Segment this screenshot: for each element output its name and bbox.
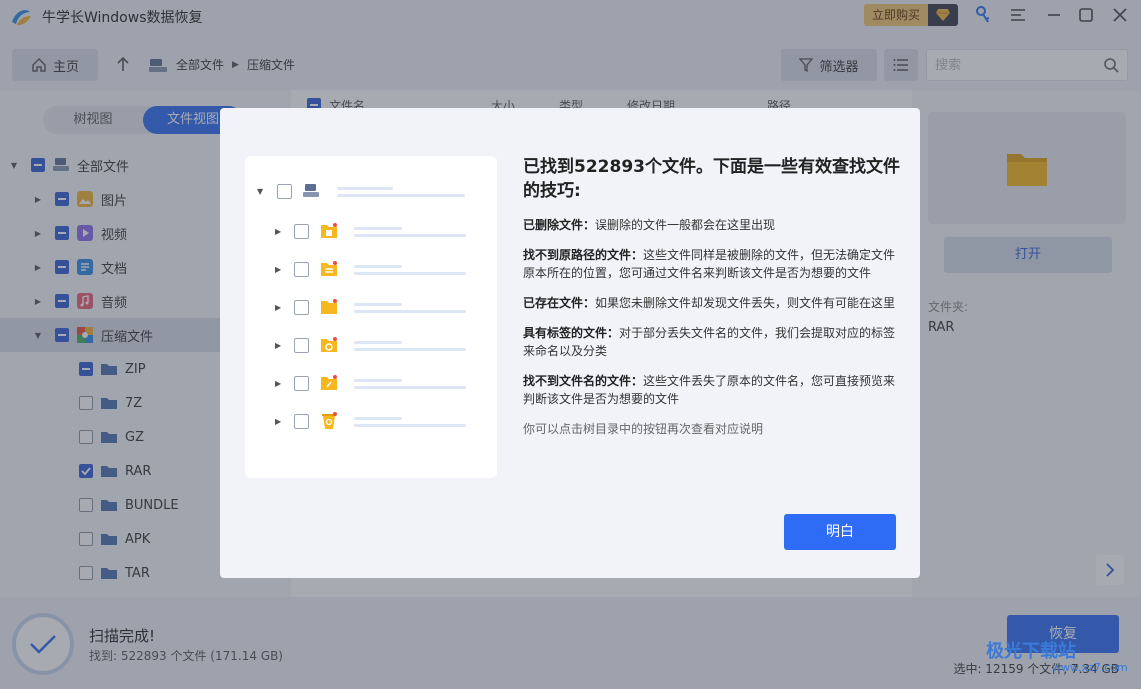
recycle-bin-icon bbox=[322, 412, 337, 429]
checkbox bbox=[294, 300, 309, 315]
drive-icon bbox=[303, 184, 319, 197]
existing-folder-icon bbox=[321, 299, 337, 314]
tip-heading: 已删除文件： bbox=[523, 218, 596, 232]
tip-existing-files: 已存在文件：如果您未删除文件却发现文件丢失，则文件有可能在这里 bbox=[523, 294, 903, 312]
checkbox bbox=[294, 224, 309, 239]
deleted-folder-icon bbox=[321, 223, 337, 238]
tip-heading: 找不到原路径的文件： bbox=[523, 248, 644, 262]
illustration-row-no-name: ▶ bbox=[245, 369, 497, 399]
got-it-button[interactable]: 明白 bbox=[784, 514, 896, 550]
expand-arrow-icon: ▶ bbox=[275, 265, 282, 274]
tip-text: 如果您未删除文件却发现文件丢失，则文件有可能在这里 bbox=[595, 296, 896, 310]
expand-arrow-icon: ▶ bbox=[275, 341, 282, 350]
dialog-footer-note: 你可以点击树目录中的按钮再次查看对应说明 bbox=[523, 422, 764, 436]
tagged-folder-icon bbox=[321, 337, 337, 352]
tip-text: 误删除的文件一般都会在这里出现 bbox=[595, 218, 776, 232]
checkbox bbox=[294, 414, 309, 429]
tip-tagged-files: 具有标签的文件：对于部分丢失文件名的文件，我们会提取对应的标签来命名以及分类 bbox=[523, 324, 903, 360]
tree-illustration: ▼ ▶ ▶ ▶ ▶ ▶ ▶ bbox=[245, 156, 497, 478]
tip-no-name-files: 找不到文件名的文件：这些文件丢失了原本的文件名，您可直接预览来判断该文件是否为想… bbox=[523, 372, 903, 408]
expand-arrow-icon: ▼ bbox=[257, 187, 264, 196]
tip-heading: 具有标签的文件： bbox=[523, 326, 620, 340]
lost-path-folder-icon bbox=[321, 261, 337, 276]
no-name-folder-icon bbox=[321, 375, 337, 390]
checkbox bbox=[294, 262, 309, 277]
expand-arrow-icon: ▶ bbox=[275, 379, 282, 388]
tip-heading: 已存在文件： bbox=[523, 296, 596, 310]
expand-arrow-icon: ▶ bbox=[275, 417, 282, 426]
illustration-row-tagged: ▶ bbox=[245, 331, 497, 361]
watermark-logo: 极光下载站 bbox=[986, 641, 1076, 662]
tip-lost-path-files: 找不到原路径的文件：这些文件同样是被删除的文件，但无法确定文件原本所在的位置，您… bbox=[523, 246, 903, 282]
watermark-url: www.xz7.com bbox=[1052, 661, 1128, 674]
checkbox bbox=[294, 376, 309, 391]
checkbox bbox=[277, 184, 292, 199]
dialog-title: 已找到522893个文件。下面是一些有效查找文件的技巧: bbox=[523, 157, 900, 201]
illustration-root-row: ▼ bbox=[245, 177, 497, 207]
expand-arrow-icon: ▶ bbox=[275, 227, 282, 236]
illustration-row-lost-path: ▶ bbox=[245, 255, 497, 285]
tip-deleted-files: 已删除文件：误删除的文件一般都会在这里出现 bbox=[523, 216, 903, 234]
tips-dialog: ▼ ▶ ▶ ▶ ▶ ▶ ▶ 已找到522893个文件。下面是一些有效查找文件的技… bbox=[220, 108, 920, 578]
illustration-row-deleted: ▶ bbox=[245, 217, 497, 247]
expand-arrow-icon: ▶ bbox=[275, 303, 282, 312]
tip-heading: 找不到文件名的文件： bbox=[523, 374, 644, 388]
illustration-row-recycle: ▶ bbox=[245, 407, 497, 437]
illustration-row-existing: ▶ bbox=[245, 293, 497, 323]
checkbox bbox=[294, 338, 309, 353]
